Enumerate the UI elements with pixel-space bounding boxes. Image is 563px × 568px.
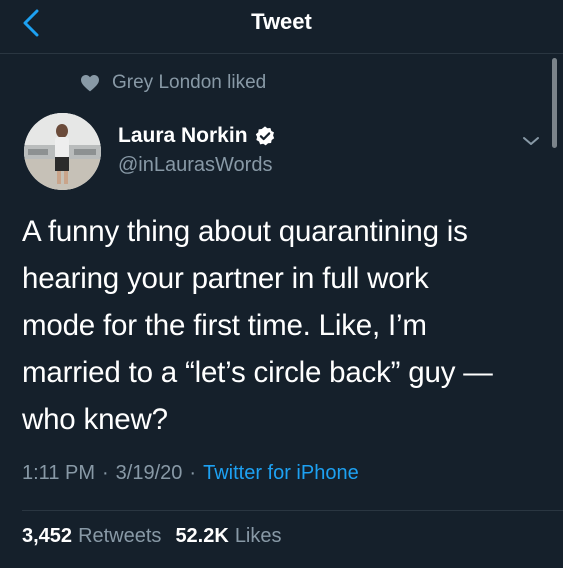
author-handle[interactable]: @inLaurasWords bbox=[118, 154, 272, 177]
retweets-label: Retweets bbox=[78, 525, 162, 547]
more-options-button[interactable] bbox=[520, 130, 542, 152]
verified-badge-icon bbox=[254, 125, 276, 147]
heart-icon bbox=[80, 73, 100, 93]
tweet-stats: 3,452 Retweets 52.2K Likes bbox=[22, 525, 296, 548]
social-context-text: Grey London liked bbox=[112, 72, 267, 93]
avatar-photo bbox=[24, 113, 101, 190]
tweet-date: 3/19/20 bbox=[115, 462, 183, 484]
retweets-count: 3,452 bbox=[22, 525, 73, 547]
tweet-meta: 1:11 PM · 3/19/20 · Twitter for iPhone bbox=[22, 462, 359, 485]
tweet-time: 1:11 PM bbox=[22, 462, 95, 484]
nav-bar: Tweet bbox=[0, 0, 563, 54]
divider bbox=[22, 510, 563, 511]
meta-separator: · bbox=[189, 462, 197, 484]
tweet-text-line: married to a “let’s circle back” guy — bbox=[22, 356, 493, 389]
meta-separator: · bbox=[102, 462, 109, 484]
likes-count: 52.2K bbox=[175, 525, 229, 547]
tweet-source-link[interactable]: Twitter for iPhone bbox=[203, 462, 359, 485]
likes-label: Likes bbox=[234, 525, 282, 547]
tweet-text-line: hearing your partner in full work bbox=[22, 262, 429, 295]
chevron-down-icon bbox=[523, 137, 539, 145]
tweet-text-line: who knew? bbox=[22, 403, 168, 436]
avatar[interactable] bbox=[24, 113, 101, 190]
likes-stat[interactable]: 52.2K Likes bbox=[175, 525, 281, 548]
author-name-row: Laura Norkin bbox=[118, 124, 276, 148]
scrollbar-thumb[interactable] bbox=[552, 58, 557, 148]
tweet-text-line: A funny thing about quarantining is bbox=[22, 215, 468, 248]
tweet-text: A funny thing about quarantining is hear… bbox=[22, 208, 542, 443]
author-name[interactable]: Laura Norkin bbox=[118, 124, 248, 148]
tweet-text-line: mode for the first time. Like, I’m bbox=[22, 309, 427, 342]
page-title: Tweet bbox=[251, 9, 312, 34]
social-context[interactable]: Grey London liked bbox=[80, 72, 266, 94]
retweets-stat[interactable]: 3,452 Retweets bbox=[22, 525, 161, 548]
